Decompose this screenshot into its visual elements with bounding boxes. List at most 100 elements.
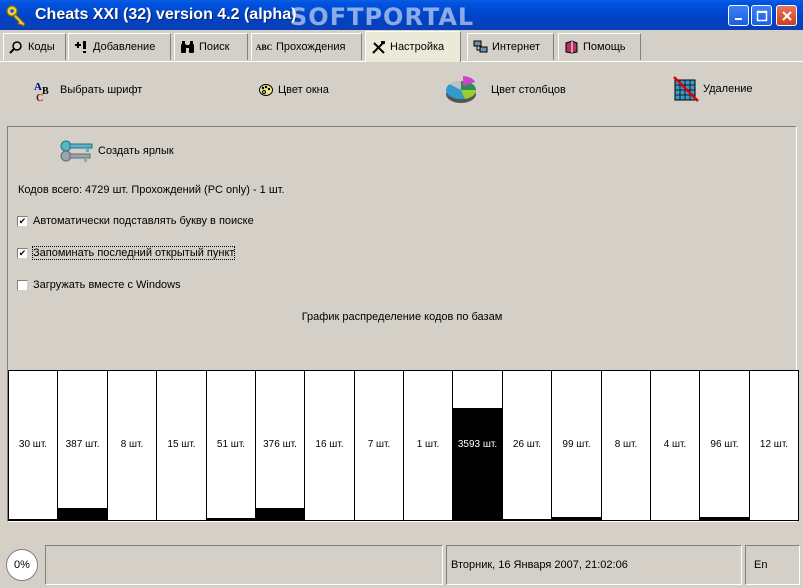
maximize-button[interactable] (751, 5, 772, 26)
chart-bar: 26 шт. (502, 370, 552, 521)
svg-text:A: A (34, 81, 42, 93)
status-datetime: Вторник, 16 Января 2007, 21:02:06 (446, 545, 742, 585)
bar-fill (207, 518, 255, 520)
tab-label: Коды (28, 41, 55, 53)
bar-label: 16 шт. (315, 439, 344, 450)
title-bar[interactable]: Cheats XXI (32) version 4.2 (alpha) SOFT… (0, 0, 803, 31)
delete-label: Удаление (703, 83, 753, 95)
binoculars-icon (179, 39, 195, 55)
chart-bar: 387 шт. (57, 370, 108, 521)
checkbox-label: Запоминать последний открытый пункт (31, 246, 236, 260)
pie-chart-icon (446, 76, 477, 103)
chart-bar: 4 шт. (650, 370, 700, 521)
tab-walkthroughs[interactable]: ABC Прохождения (251, 33, 362, 60)
chart-bar: 99 шт. (551, 370, 602, 521)
codes-total-info: Кодов всего: 4729 шт. Прохождений (PC on… (18, 184, 285, 196)
chart-bar: 8 шт. (107, 370, 157, 521)
load-with-windows-checkbox[interactable]: Загружать вместе с Windows (17, 279, 181, 291)
choose-font-button[interactable]: A B C Выбрать шрифт (33, 78, 142, 102)
keys-icon (60, 140, 93, 162)
bar-fill (700, 517, 749, 520)
chart-bar: 1 шт. (403, 370, 453, 521)
tab-settings[interactable]: Настройка (365, 31, 461, 62)
checkbox-box[interactable] (17, 279, 28, 291)
tab-label: Настройка (390, 41, 445, 53)
tab-label: Поиск (199, 41, 230, 53)
bar-label: 7 шт. (367, 439, 391, 450)
status-language: En (745, 545, 800, 585)
bar-fill (503, 519, 551, 520)
chart-bar: 15 шт. (156, 370, 207, 521)
close-icon (781, 10, 792, 21)
remember-last-item-checkbox[interactable]: ✔ Запоминать последний открытый пункт (17, 246, 236, 260)
create-shortcut-label: Создать ярлык (98, 145, 174, 157)
bar-fill (453, 408, 502, 520)
tools-icon (370, 39, 386, 55)
bar-color-label: Цвет столбцов (491, 84, 566, 96)
tab-label: Интернет (492, 41, 540, 53)
datetime-text: Вторник, 16 Января 2007, 21:02:06 (451, 559, 628, 571)
close-button[interactable] (776, 5, 797, 26)
chart-bar: 16 шт. (304, 370, 355, 521)
tab-label: Прохождения (276, 41, 346, 53)
svg-text:C: C (36, 93, 43, 102)
tab-search[interactable]: Поиск (174, 33, 248, 60)
tab-codes[interactable]: Коды (3, 33, 66, 60)
language-text: En (754, 559, 768, 571)
add-icon (73, 39, 89, 55)
chart-bar: 7 шт. (354, 370, 404, 521)
checkbox-box[interactable]: ✔ (17, 247, 28, 259)
tab-help[interactable]: Помощь (558, 33, 641, 60)
progress-indicator: 0% (6, 549, 38, 581)
graph-title: График распределение кодов по базам (301, 311, 503, 323)
minimize-button[interactable] (728, 5, 749, 26)
delete-grid-icon (673, 76, 699, 102)
minimize-icon (734, 17, 742, 20)
bar-label: 1 шт. (416, 439, 440, 450)
chart-bar: 96 шт. (699, 370, 750, 521)
checkbox-label: Загружать вместе с Windows (33, 279, 181, 291)
bar-label: 51 шт. (216, 439, 246, 450)
progress-cell: 0% (3, 545, 43, 585)
bar-label: 387 шт. (65, 439, 100, 450)
tab-add[interactable]: Добавление (68, 33, 171, 60)
settings-panel: Создать ярлык Кодов всего: 4729 шт. Прох… (7, 126, 799, 522)
watermark: SOFTPORTAL (290, 3, 475, 31)
bar-label: 12 шт. (759, 439, 789, 450)
font-abc-icon: A B C (34, 81, 49, 102)
key-icon (6, 5, 26, 27)
chart-bar: 12 шт. (749, 370, 799, 521)
bar-color-button[interactable]: Цвет столбцов (443, 72, 566, 108)
bar-fill (9, 519, 57, 520)
book-icon (563, 39, 579, 55)
abc-icon: ABC (255, 42, 273, 52)
tab-label: Помощь (583, 41, 626, 53)
bar-fill (552, 517, 601, 520)
choose-font-label: Выбрать шрифт (60, 84, 143, 96)
chart-bar: 8 шт. (601, 370, 651, 521)
bar-label: 30 шт. (18, 439, 48, 450)
chart-bar: 30 шт. (8, 370, 58, 521)
network-icon (472, 39, 488, 55)
bar-label: 8 шт. (120, 439, 144, 450)
magnifier-icon (8, 39, 24, 55)
create-shortcut-button[interactable]: Создать ярлык (60, 137, 174, 165)
window-color-label: Цвет окна (278, 84, 329, 96)
window-color-button[interactable]: Цвет окна (258, 82, 329, 98)
bar-fill (256, 508, 304, 520)
tab-label: Добавление (93, 41, 156, 53)
chart-bar: 376 шт. (255, 370, 305, 521)
auto-letter-checkbox[interactable]: ✔ Автоматически подставлять букву в поис… (17, 215, 254, 227)
bar-fill (58, 508, 107, 520)
bar-label: 4 шт. (663, 439, 687, 450)
settings-toolbar: A B C Выбрать шрифт Цвет окна Цвет столб… (0, 66, 803, 114)
bar-label: 8 шт. (614, 439, 638, 450)
bar-label: 3593 шт. (457, 439, 498, 450)
bar-label: 15 шт. (167, 439, 196, 450)
bar-label: 99 шт. (562, 439, 591, 450)
chart-bar: 51 шт. (206, 370, 256, 521)
checkbox-box[interactable]: ✔ (17, 215, 28, 227)
tab-internet[interactable]: Интернет (467, 33, 554, 60)
window-title: Cheats XXI (32) version 4.2 (alpha) (35, 6, 297, 23)
delete-button[interactable]: Удаление (673, 76, 753, 102)
